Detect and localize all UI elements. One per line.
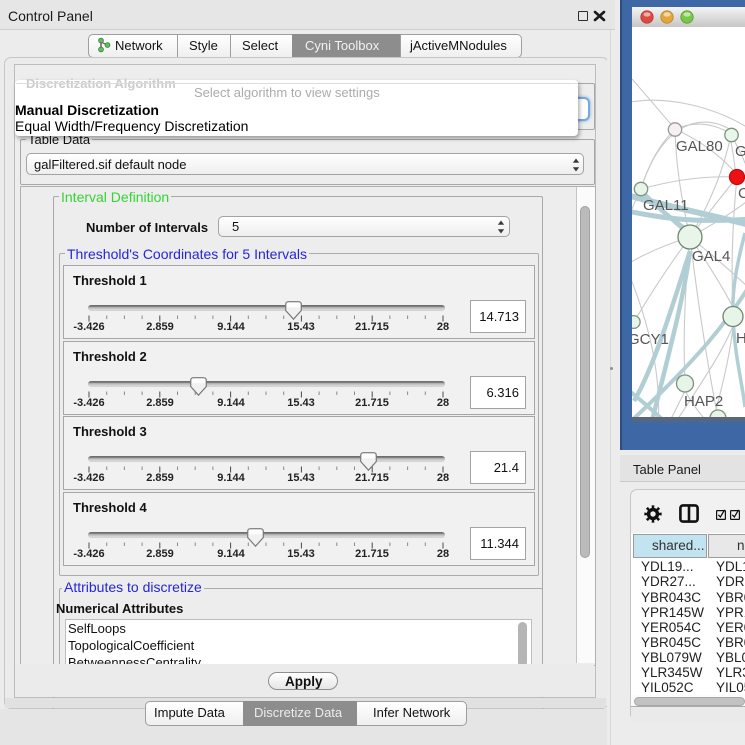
- svg-text:GAL4: GAL4: [692, 248, 730, 265]
- svg-text:HA: HA: [736, 330, 745, 347]
- svg-text:GA: GA: [735, 143, 745, 160]
- svg-text:GAL11: GAL11: [643, 197, 689, 214]
- svg-text:C.: C.: [738, 185, 745, 202]
- svg-text:GAL80: GAL80: [676, 138, 723, 155]
- svg-text:HAP2: HAP2: [684, 393, 723, 410]
- svg-text:GCY1: GCY1: [632, 331, 669, 348]
